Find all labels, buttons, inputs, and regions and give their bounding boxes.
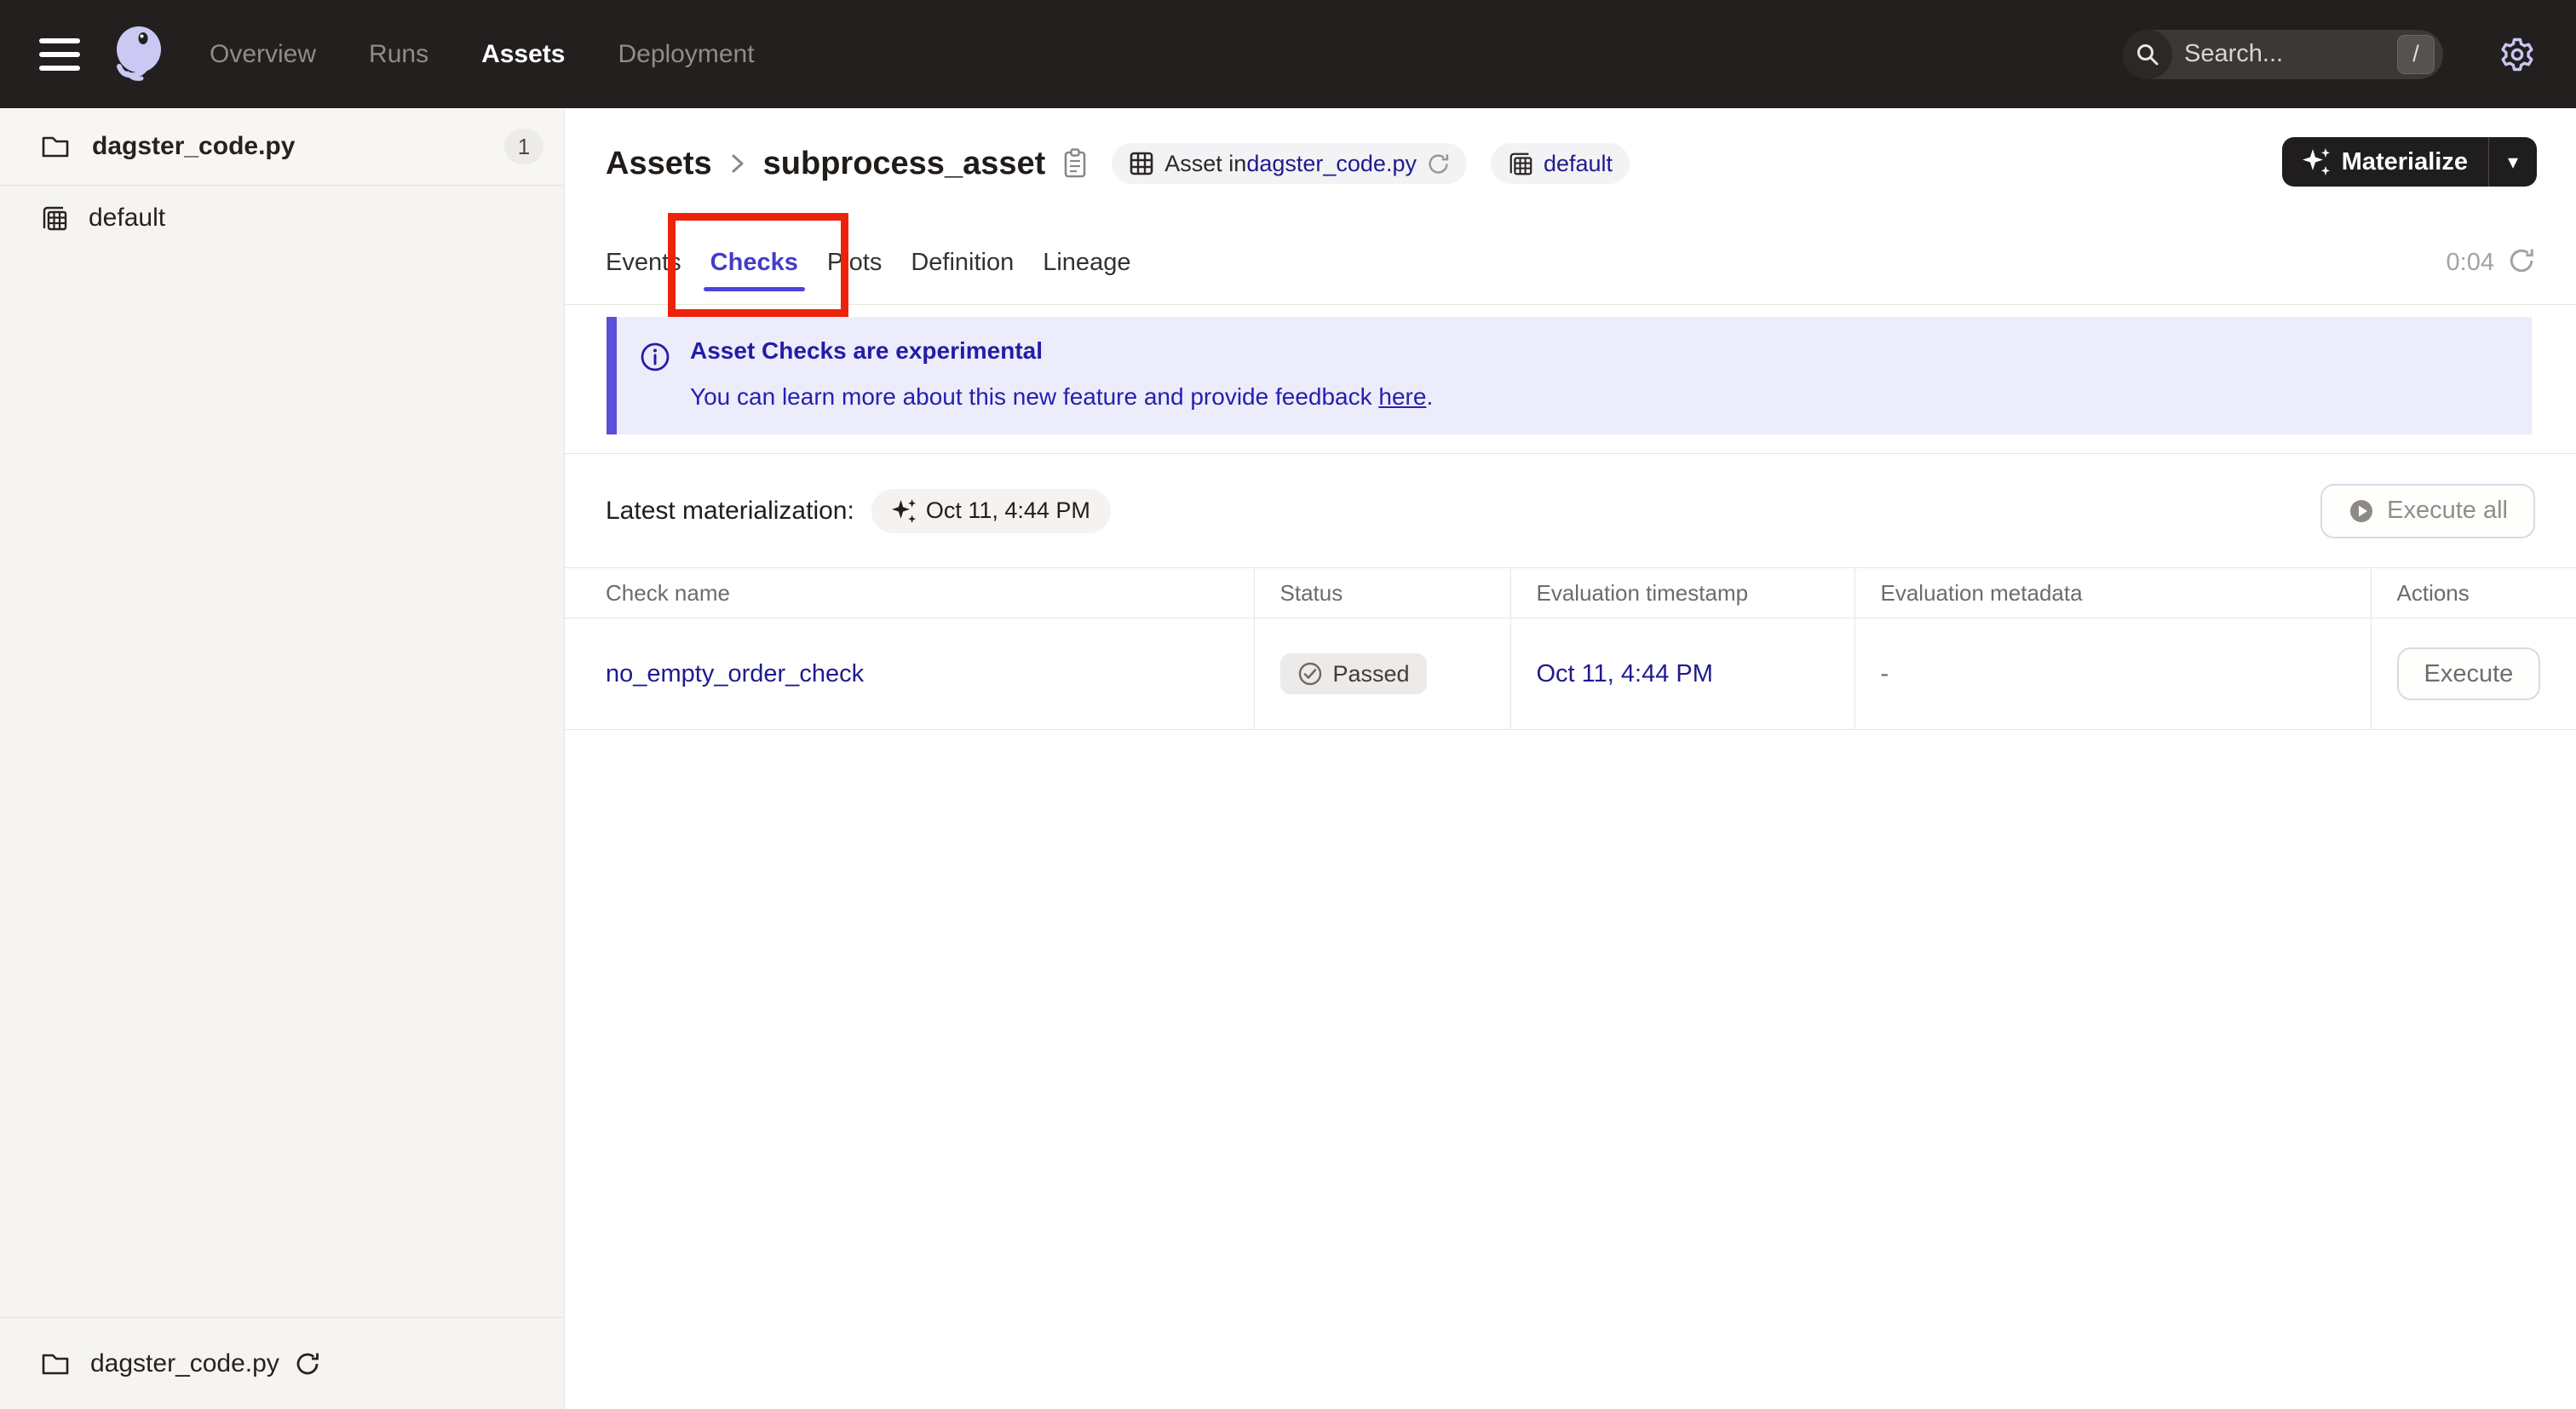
sidebar-footer: dagster_code.py — [0, 1317, 564, 1409]
top-nav: Overview Runs Assets Deployment Search..… — [0, 0, 2576, 108]
asset-location-pill: Asset in dagster_code.py — [1112, 143, 1467, 184]
search-shortcut-key: / — [2397, 34, 2435, 74]
materialize-label: Materialize — [2341, 147, 2468, 175]
table-header-row: Check name Status Evaluation timestamp E… — [565, 567, 2576, 618]
sparkle-icon — [891, 498, 916, 523]
evaluation-metadata-value: - — [1880, 659, 1889, 687]
nav-item-overview[interactable]: Overview — [210, 40, 316, 69]
evaluation-timestamp-link[interactable]: Oct 11, 4:44 PM — [1537, 660, 1713, 687]
nav-item-assets[interactable]: Assets — [481, 40, 565, 69]
info-icon — [639, 341, 671, 373]
chevron-right-icon — [729, 150, 746, 177]
nav-item-runs[interactable]: Runs — [369, 40, 428, 69]
tab-definition[interactable]: Definition — [911, 242, 1014, 283]
materialize-dropdown-button[interactable]: ▾ — [2489, 137, 2537, 187]
sparkle-icon — [2302, 148, 2330, 175]
check-name-link[interactable]: no_empty_order_check — [606, 660, 864, 687]
hamburger-menu-icon[interactable] — [39, 37, 80, 71]
asset-group-icon — [1508, 151, 1533, 176]
execute-all-label: Execute all — [2387, 497, 2508, 524]
folder-icon — [42, 1354, 69, 1374]
nav-item-deployment[interactable]: Deployment — [618, 40, 754, 69]
group-link[interactable]: default — [1544, 151, 1613, 177]
execute-all-button[interactable]: Execute all — [2320, 483, 2535, 538]
banner-body-period: . — [1426, 383, 1434, 410]
footer-code-location-label: dagster_code.py — [90, 1349, 279, 1377]
status-badge: Passed — [1279, 653, 1427, 694]
copy-icon[interactable] — [1062, 147, 1088, 180]
folder-icon — [42, 136, 69, 158]
status-label: Passed — [1332, 660, 1410, 687]
main-content: Assets subprocess_asset Asset in dagster… — [565, 108, 2576, 1409]
banner-title: Asset Checks are experimental — [690, 337, 1043, 364]
timer-value: 0:04 — [2446, 248, 2494, 276]
group-pill: default — [1490, 143, 1630, 184]
search-placeholder: Search... — [2184, 40, 2284, 67]
tab-checks[interactable]: Checks — [703, 242, 806, 291]
search-icon — [2123, 29, 2172, 79]
refresh-timer: 0:04 — [2447, 247, 2535, 279]
top-nav-right: Search... / — [2123, 29, 2537, 79]
tab-bar: Events Checks Plots Definition Lineage 0… — [565, 190, 2576, 305]
asset-table-icon — [1129, 151, 1154, 176]
sidebar-item-group-default[interactable]: default — [0, 186, 564, 250]
sidebar-item-code-location[interactable]: dagster_code.py 1 — [0, 108, 564, 186]
page-header: Assets subprocess_asset Asset in dagster… — [565, 108, 2576, 190]
code-location-link[interactable]: dagster_code.py — [1246, 151, 1417, 177]
gear-icon[interactable] — [2498, 35, 2537, 74]
banner-body-text: You can learn more about this new featur… — [690, 383, 1379, 410]
search-input[interactable]: Search... / — [2123, 29, 2443, 79]
latest-materialization-label: Latest materialization: — [606, 496, 854, 525]
column-evaluation-timestamp: Evaluation timestamp — [1510, 567, 1855, 618]
materialize-button[interactable]: Materialize ▾ — [2281, 137, 2537, 187]
feedback-link[interactable]: here — [1378, 383, 1426, 410]
checks-table: Check name Status Evaluation timestamp E… — [565, 567, 2576, 730]
asset-group-icon — [43, 206, 67, 231]
materialization-timestamp-pill[interactable]: Oct 11, 4:44 PM — [871, 488, 1111, 533]
group-label: default — [89, 204, 166, 232]
banner-body: You can learn more about this new featur… — [690, 383, 1433, 411]
sidebar: dagster_code.py 1 default dagster_code.p… — [0, 108, 565, 1409]
tab-events[interactable]: Events — [606, 242, 681, 283]
reload-icon[interactable] — [1427, 152, 1450, 175]
latest-materialization-row: Latest materialization: Oct 11, 4:44 PM … — [565, 454, 2576, 567]
column-evaluation-metadata: Evaluation metadata — [1854, 567, 2372, 618]
column-check-name: Check name — [565, 567, 1255, 618]
materialization-timestamp: Oct 11, 4:44 PM — [925, 497, 1090, 523]
column-status: Status — [1254, 567, 1511, 618]
tab-plots[interactable]: Plots — [827, 242, 882, 283]
nav-links: Overview Runs Assets Deployment — [210, 40, 755, 69]
breadcrumb-assets[interactable]: Assets — [606, 146, 712, 182]
code-location-label: dagster_code.py — [92, 132, 296, 160]
play-circle-icon — [2350, 499, 2373, 522]
asset-in-label: Asset in — [1164, 150, 1247, 176]
experimental-banner: Asset Checks are experimental You can le… — [607, 317, 2532, 434]
refresh-icon[interactable] — [2508, 247, 2535, 279]
asset-count-badge: 1 — [504, 129, 543, 164]
check-circle-icon — [1298, 662, 1321, 686]
column-actions: Actions — [2371, 567, 2576, 618]
reload-location-icon[interactable] — [295, 1351, 320, 1377]
page-title: subprocess_asset — [762, 145, 1046, 181]
execute-button[interactable]: Execute — [2396, 647, 2541, 700]
tab-lineage[interactable]: Lineage — [1043, 242, 1130, 283]
dagster-logo-icon[interactable] — [107, 24, 169, 85]
breadcrumb: Assets subprocess_asset Asset in dagster… — [606, 137, 1630, 190]
table-row: no_empty_order_check Passed Oct 11, 4:44… — [565, 618, 2576, 730]
